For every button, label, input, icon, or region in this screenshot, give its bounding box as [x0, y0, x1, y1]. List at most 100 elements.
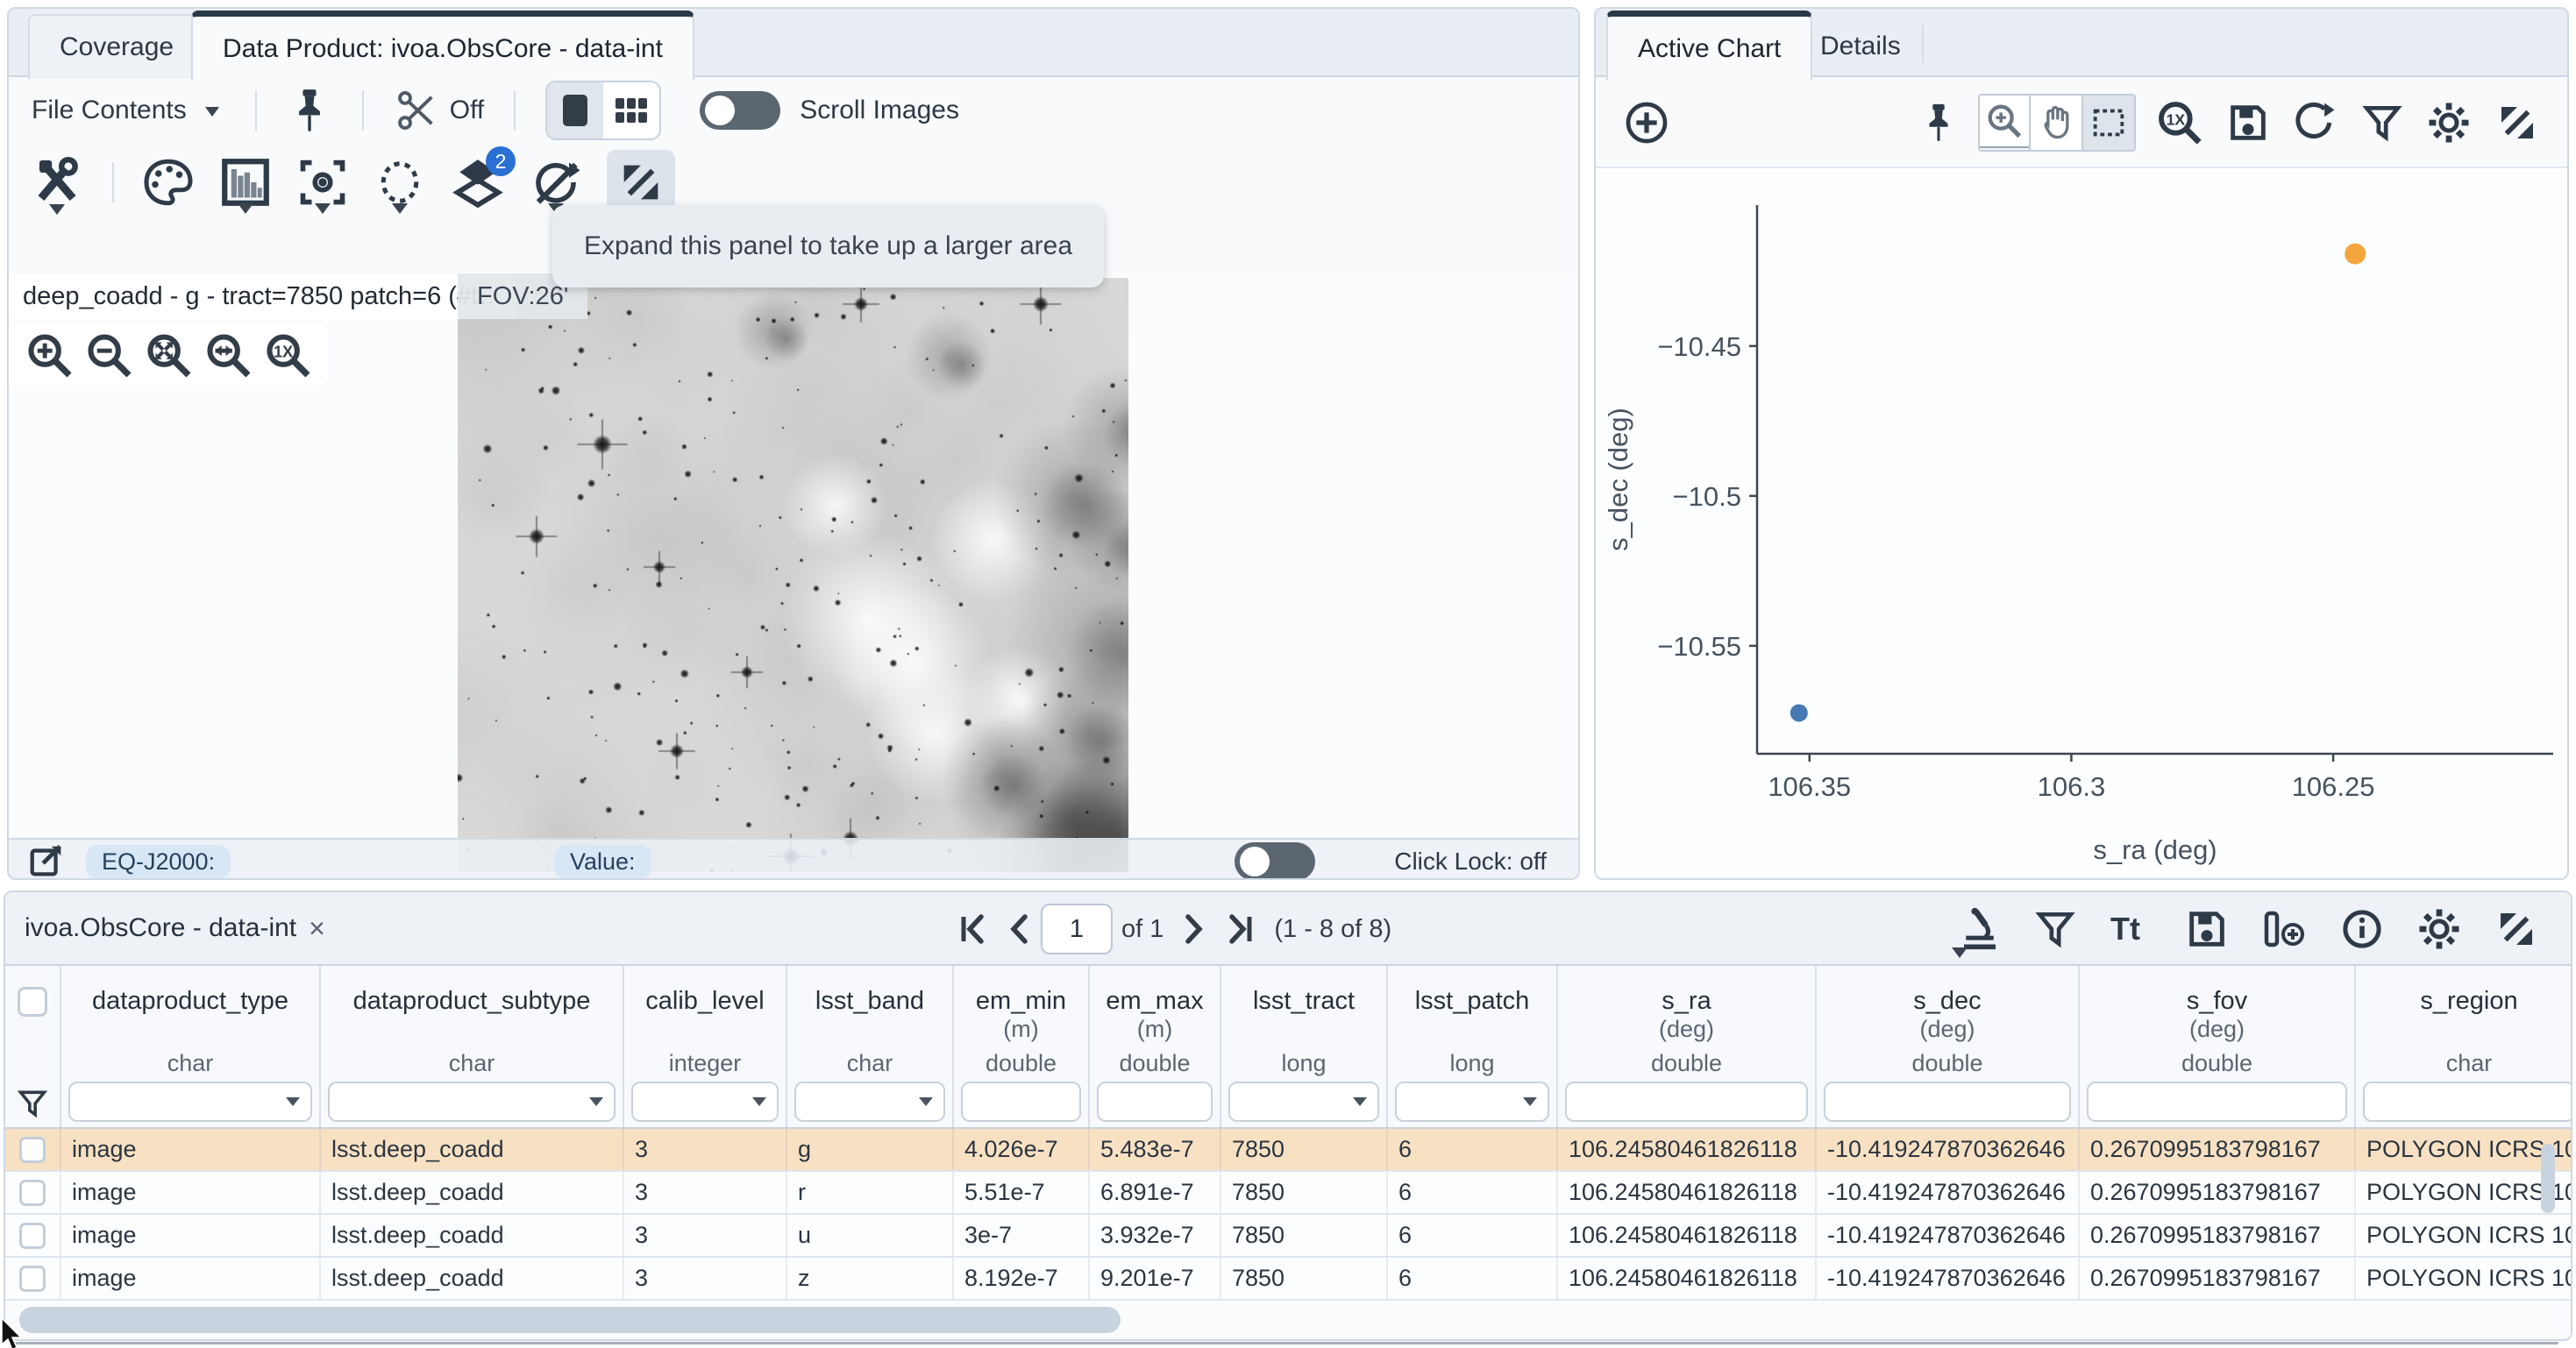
expand-chart-icon[interactable]: [2494, 99, 2541, 146]
column-filter-s_ra[interactable]: [1565, 1082, 1808, 1122]
column-header-dataproduct_subtype[interactable]: dataproduct_subtypechar: [321, 966, 624, 1127]
select-all-checkbox[interactable]: [18, 987, 47, 1017]
info-icon[interactable]: [2338, 905, 2386, 953]
rotate-off-icon[interactable]: [530, 156, 582, 209]
table-row[interactable]: imagelsst.deep_coadd3g4.026e-75.483e-778…: [5, 1129, 2571, 1172]
row-checkbox[interactable]: [19, 1266, 46, 1292]
crop-scissors-icon[interactable]: [394, 88, 439, 133]
pin-icon[interactable]: [287, 85, 332, 136]
fits-image[interactable]: [458, 278, 1128, 872]
table-row[interactable]: imagelsst.deep_coadd3u3e-73.932e-7785061…: [5, 1215, 2571, 1258]
chart-zoom-mode-button[interactable]: [1978, 94, 2031, 148]
horizontal-scrollbar-thumb[interactable]: [19, 1307, 1121, 1333]
text-view-icon[interactable]: Tt: [2107, 907, 2154, 951]
expand-table-icon[interactable]: [2493, 905, 2540, 953]
column-header-s_fov[interactable]: s_fov(deg)double: [2080, 966, 2356, 1127]
table-cell: 7850: [1221, 1215, 1388, 1256]
zoom-out-icon[interactable]: [83, 330, 134, 380]
column-header-s_dec[interactable]: s_dec(deg)double: [1817, 966, 2080, 1127]
column-header-dataproduct_type[interactable]: dataproduct_typechar: [61, 966, 321, 1127]
pin-chart-icon[interactable]: [1918, 100, 1959, 145]
filter-chart-icon[interactable]: [2360, 101, 2404, 145]
table-tab-label[interactable]: ivoa.ObsCore - data-int: [25, 913, 296, 943]
coordinate-readout[interactable]: EQ-J2000:: [86, 845, 231, 879]
zoom-1x-icon[interactable]: 1X: [262, 330, 313, 380]
column-header-em_max[interactable]: em_max(m)double: [1090, 966, 1221, 1127]
column-filter-s_region[interactable]: [2363, 1082, 2572, 1122]
table-settings-icon[interactable]: [2416, 905, 2463, 953]
column-filter-em_max[interactable]: [1097, 1082, 1213, 1122]
y-axis-label: s_dec (deg): [1603, 408, 1633, 551]
column-header-lsst_tract[interactable]: lsst_tractlong: [1221, 966, 1388, 1127]
table-point[interactable]: [1790, 704, 1808, 721]
table-row[interactable]: imagelsst.deep_coadd3r5.51e-76.891e-7785…: [5, 1172, 2571, 1215]
center-on-icon[interactable]: [296, 156, 349, 209]
column-filter-lsst_tract[interactable]: [1228, 1082, 1379, 1122]
row-checkbox[interactable]: [19, 1137, 46, 1163]
column-header-em_min[interactable]: em_min(m)double: [954, 966, 1090, 1127]
column-header-s_region[interactable]: s_regionchar: [2356, 966, 2572, 1127]
x-axis-label: s_ra (deg): [2093, 834, 2217, 865]
grid-image-view-button[interactable]: [603, 82, 659, 138]
column-filter-s_dec[interactable]: [1824, 1082, 2071, 1122]
column-header-s_ra[interactable]: s_ra(deg)double: [1558, 966, 1817, 1127]
tab-active-chart[interactable]: Active Chart: [1606, 11, 1812, 81]
zoom-fit-icon[interactable]: [143, 330, 194, 380]
close-table-icon[interactable]: ×: [309, 912, 325, 945]
filter-table-icon[interactable]: [2033, 907, 2077, 951]
inspect-icon[interactable]: [1956, 905, 2003, 953]
scatter-chart[interactable]: 106.35106.3106.25−10.45−10.5−10.55s_ra (…: [1596, 168, 2567, 878]
table-cell: image: [61, 1215, 321, 1256]
next-page-icon[interactable]: [1181, 912, 1207, 947]
column-header-lsst_band[interactable]: lsst_bandchar: [787, 966, 954, 1127]
row-checkbox[interactable]: [19, 1180, 46, 1206]
table-row[interactable]: imagelsst.deep_coadd3z8.192e-79.201e-778…: [5, 1258, 2571, 1301]
scroll-images-toggle[interactable]: [700, 91, 780, 130]
layers-icon[interactable]: 2: [451, 155, 505, 209]
value-readout[interactable]: Value:: [554, 845, 651, 879]
highlighted-row-point[interactable]: [2345, 244, 2366, 265]
add-chart-icon[interactable]: [1622, 98, 1671, 147]
zoom-fill-icon[interactable]: [203, 330, 253, 380]
chart-settings-icon[interactable]: [2425, 99, 2473, 146]
select-region-icon[interactable]: [374, 156, 426, 209]
filter-row-icon[interactable]: [16, 1087, 49, 1120]
table-horizontal-scrollbar[interactable]: [5, 1299, 2571, 1339]
column-filter-dataproduct_subtype[interactable]: [328, 1082, 616, 1122]
save-chart-icon[interactable]: [2225, 100, 2271, 145]
tab-coverage[interactable]: Coverage: [28, 14, 205, 79]
chart-pan-mode-button[interactable]: [2029, 96, 2081, 150]
column-header-lsst_patch[interactable]: lsst_patchlong: [1388, 966, 1558, 1127]
tab-data-product[interactable]: Data Product: ivoa.ObsCore - data-int: [191, 11, 694, 81]
color-palette-icon[interactable]: [142, 156, 195, 209]
column-filter-s_fov[interactable]: [2087, 1082, 2347, 1122]
tools-icon[interactable]: [30, 155, 84, 209]
expand-readout-icon[interactable]: [26, 841, 67, 880]
single-image-view-button[interactable]: [547, 82, 603, 138]
chart-zoom-original-icon[interactable]: 1X: [2155, 98, 2204, 147]
previous-page-icon[interactable]: [1006, 912, 1032, 947]
app-window: Coverage Data Product: ivoa.ObsCore - da…: [0, 0, 2576, 1348]
chevron-down-icon[interactable]: [199, 97, 225, 124]
column-filter-lsst_patch[interactable]: [1395, 1082, 1549, 1122]
zoom-in-icon[interactable]: [24, 330, 75, 380]
column-filter-dataproduct_type[interactable]: [68, 1082, 312, 1122]
first-page-icon[interactable]: [957, 912, 988, 947]
column-filter-calib_level[interactable]: [631, 1082, 779, 1122]
chart-select-mode-button[interactable]: [2081, 96, 2134, 150]
click-lock-toggle[interactable]: [1235, 842, 1315, 880]
add-column-icon[interactable]: [2259, 906, 2309, 952]
page-number-input[interactable]: [1041, 904, 1113, 954]
stretch-histogram-icon[interactable]: [219, 156, 272, 209]
column-filter-lsst_band[interactable]: [794, 1082, 945, 1122]
column-header-calib_level[interactable]: calib_levelinteger: [624, 966, 787, 1127]
save-table-icon[interactable]: [2184, 906, 2230, 952]
file-contents-dropdown[interactable]: File Contents: [32, 96, 187, 125]
fits-image-viewer[interactable]: deep_coadd - g - tract=7850 patch=6 (#t……: [9, 273, 1578, 878]
svg-text:Tt: Tt: [2110, 911, 2140, 947]
table-vertical-scrollbar[interactable]: [2541, 1144, 2555, 1213]
last-page-icon[interactable]: [1225, 912, 1256, 947]
column-filter-em_min[interactable]: [961, 1082, 1081, 1122]
row-checkbox[interactable]: [19, 1223, 46, 1249]
restore-chart-icon[interactable]: [2292, 99, 2339, 146]
